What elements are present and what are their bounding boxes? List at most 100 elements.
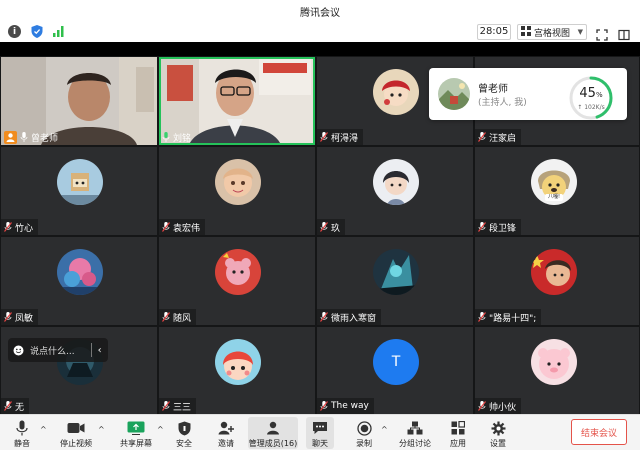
participant-nametag: The way xyxy=(317,398,374,414)
participant-name: 段卫锋 xyxy=(489,223,517,234)
participant-avatar xyxy=(373,69,419,115)
participant-name: 曾老师 xyxy=(31,133,59,144)
chat-button[interactable]: 聊天 xyxy=(306,417,334,449)
participant-nametag: 玖 xyxy=(317,219,346,235)
participant-nametag: 曾老师 xyxy=(1,129,63,145)
divider xyxy=(90,343,92,357)
mic-muted-icon xyxy=(320,312,328,322)
split-screen-icon[interactable] xyxy=(618,26,630,41)
fullscreen-icon[interactable] xyxy=(596,26,608,41)
participant-name: 竹心 xyxy=(15,223,34,234)
mute-label: 静音 xyxy=(14,439,30,448)
participant-nametag: 微雨入寒窗 xyxy=(317,309,382,325)
share-screen-button[interactable]: 共享屏幕 xyxy=(116,417,156,449)
participant-tile[interactable]: 微雨入寒窗 xyxy=(317,237,473,325)
invite-label: 邀请 xyxy=(218,439,234,448)
breakout-rooms-icon xyxy=(406,420,424,436)
participant-tile[interactable]: 随风 xyxy=(159,237,315,325)
participant-tile[interactable]: 袁宏伟 xyxy=(159,147,315,235)
share-label: 共享屏幕 xyxy=(120,439,152,448)
participant-nametag: 柯淂淂 xyxy=(317,129,364,145)
mic-muted-icon xyxy=(320,222,328,232)
shield-icon[interactable] xyxy=(30,25,43,38)
mute-button[interactable]: 静音 xyxy=(8,417,36,449)
emoji-icon[interactable] xyxy=(13,345,24,356)
mic-muted-icon xyxy=(320,132,328,142)
security-button[interactable]: 安全 xyxy=(170,417,198,449)
settings-button[interactable]: 设置 xyxy=(484,417,512,449)
meeting-timer: 28:05 xyxy=(477,24,511,40)
host-name: 曾老师 xyxy=(478,84,508,95)
apps-grid-icon xyxy=(449,420,467,436)
record-icon xyxy=(355,420,373,436)
host-badge-icon xyxy=(4,130,17,144)
participant-tile[interactable]: 玖 xyxy=(317,147,473,235)
participant-tile[interactable]: T The way xyxy=(317,327,473,414)
chat-label: 聊天 xyxy=(312,439,328,448)
breakout-label: 分组讨论 xyxy=(399,439,431,448)
apps-label: 应用 xyxy=(450,439,466,448)
apps-button[interactable]: 应用 xyxy=(444,417,472,449)
breakout-button[interactable]: 分组讨论 xyxy=(396,417,434,449)
participant-name: "路易十四"; xyxy=(489,313,537,324)
manage-members-button[interactable]: 管理成员(16) xyxy=(248,417,298,449)
participant-nametag: 随风 xyxy=(159,309,197,325)
participant-avatar xyxy=(373,159,419,205)
participant-tile[interactable]: 凤敏 xyxy=(1,237,157,325)
participant-name: 柯淂淂 xyxy=(331,133,359,144)
participant-avatar: 八嘎! xyxy=(531,159,577,205)
participant-tile[interactable]: "路易十四"; xyxy=(475,237,639,325)
microphone-icon xyxy=(13,420,31,436)
participant-nametag: 竹心 xyxy=(1,219,39,235)
participant-nametag: 段卫锋 xyxy=(475,219,522,235)
view-mode-dropdown[interactable]: 宫格视图 ▼ xyxy=(517,24,587,40)
mute-options-chevron[interactable]: ^ xyxy=(40,425,47,434)
members-icon xyxy=(264,420,282,436)
participant-tile-active[interactable]: 刘铭 xyxy=(159,57,315,145)
network-quality-gauge[interactable]: 45% ↑ 102K/s xyxy=(567,74,615,122)
participant-nametag: 刘铭 xyxy=(159,129,196,145)
invite-button[interactable]: 邀请 xyxy=(212,417,240,449)
participant-avatar xyxy=(57,249,103,295)
view-mode-label: 宫格视图 xyxy=(534,28,571,39)
mic-muted-icon xyxy=(478,401,486,411)
meeting-window: 腾讯会议 i 28:05 宫格视图 ▼ 曾老师 刘铭 柯淂淂 汪家启 竹心 袁宏… xyxy=(0,0,640,450)
share-options-chevron[interactable]: ^ xyxy=(157,425,164,434)
participant-name: 随风 xyxy=(173,313,192,324)
participant-avatar-letter: T xyxy=(373,339,419,385)
host-avatar xyxy=(438,78,470,110)
participant-tile[interactable]: 竹心 xyxy=(1,147,157,235)
mic-muted-icon xyxy=(478,222,486,232)
members-label: 管理成员(16) xyxy=(248,439,298,448)
participant-tile[interactable]: 三三 xyxy=(159,327,315,414)
gauge-speed: ↑ 102K/s xyxy=(577,104,605,111)
participant-name: 微雨入寒窗 xyxy=(331,313,377,324)
participant-tile[interactable]: 八嘎! 段卫锋 xyxy=(475,147,639,235)
host-role: (主持人, 我) xyxy=(478,98,527,108)
participant-tile[interactable]: 帅小伙 xyxy=(475,327,639,414)
top-black-strip xyxy=(0,42,640,56)
chat-bubble-icon xyxy=(311,420,329,436)
participant-name: 玖 xyxy=(331,223,341,234)
participant-avatar xyxy=(215,159,261,205)
mic-muted-icon xyxy=(162,222,170,232)
participant-name: 三三 xyxy=(173,402,192,413)
window-title: 腾讯会议 xyxy=(300,8,340,19)
participant-name: 帅小伙 xyxy=(489,402,517,413)
info-icon[interactable]: i xyxy=(8,25,21,38)
record-button[interactable]: 录制 xyxy=(350,417,378,449)
participant-name: 刘铭 xyxy=(173,133,192,144)
chat-quick-input[interactable]: 说点什么... ‹ xyxy=(8,338,108,362)
record-options-chevron[interactable]: ^ xyxy=(381,425,388,434)
participant-avatar xyxy=(215,249,261,295)
participant-tile[interactable]: 曾老师 xyxy=(1,57,157,145)
participant-avatar xyxy=(57,159,103,205)
participant-nametag: 汪家启 xyxy=(475,129,522,145)
chevron-left-icon[interactable]: ‹ xyxy=(98,345,102,356)
participant-nametag: 帅小伙 xyxy=(475,398,522,414)
participant-avatar xyxy=(531,339,577,385)
stop-video-button[interactable]: 停止视频 xyxy=(56,417,96,449)
end-meeting-button[interactable]: 结束会议 xyxy=(571,419,627,445)
signal-icon[interactable] xyxy=(52,25,65,38)
video-options-chevron[interactable]: ^ xyxy=(98,425,105,434)
